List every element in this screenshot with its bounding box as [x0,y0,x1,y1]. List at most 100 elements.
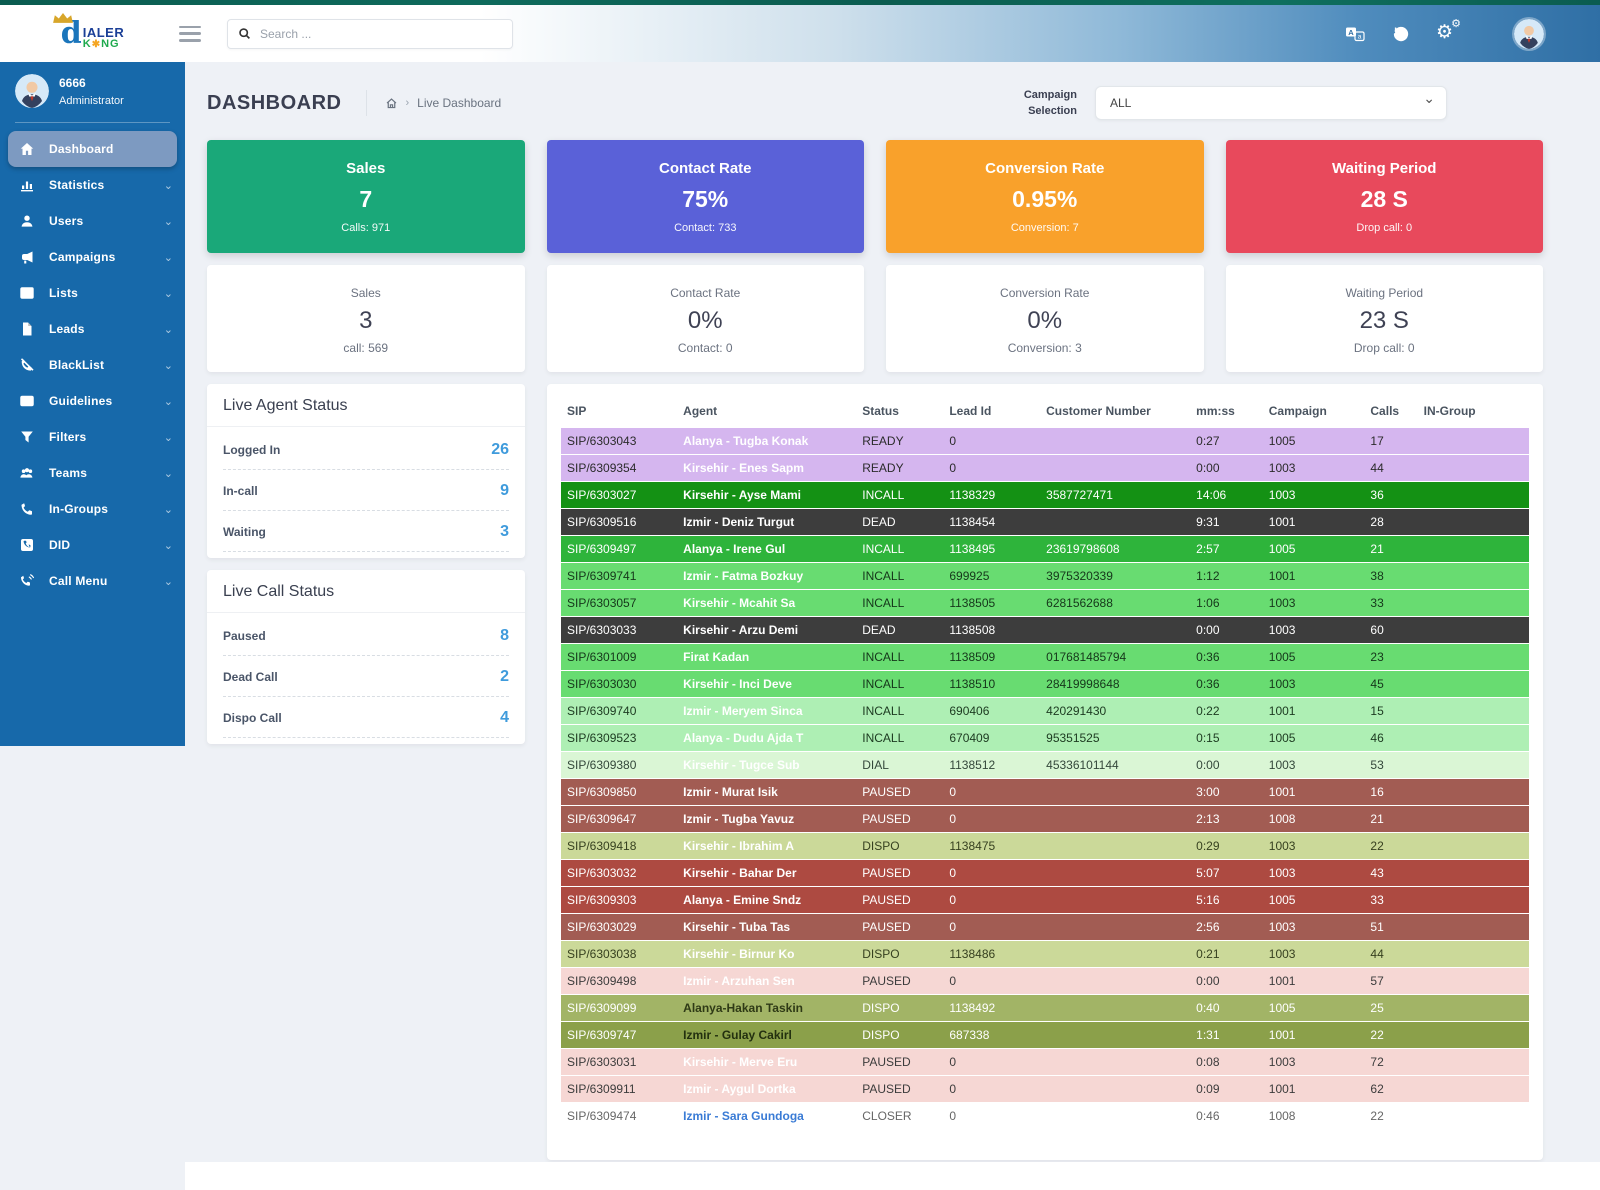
calls-cell: 33 [1364,887,1417,914]
sip-cell: SIP/6303057 [561,590,677,617]
agent-link[interactable]: Firat Kadan [677,644,856,671]
sidebar-item-teams[interactable]: Teams ⌄ [0,455,185,491]
agent-link[interactable]: Kirsehir - Tugce Sub [677,752,856,779]
sip-cell: SIP/6309911 [561,1076,677,1103]
customer-number-cell [1040,1076,1190,1103]
summary-card: Sales 3 call: 569 [207,265,525,372]
agent-link[interactable]: Izmir - Meryem Sinca [677,698,856,725]
agent-link[interactable]: Kirsehir - Ibrahim A [677,833,856,860]
agent-link[interactable]: Alanya - Emine Sndz [677,887,856,914]
agent-link[interactable]: Alanya - Irene Gul [677,536,856,563]
status-cell: READY [856,455,943,482]
sidebar-item-in-groups[interactable]: In-Groups ⌄ [0,491,185,527]
table-row: SIP/6309099 Alanya-Hakan Taskin DISPO 11… [561,995,1529,1022]
agent-link[interactable]: Kirsehir - Enes Sapm [677,455,856,482]
stat-card-value: 0.95% [886,186,1204,213]
status-row: Dead Call 2 [223,656,509,697]
time-cell: 0:46 [1190,1103,1263,1130]
translate-icon[interactable]: Aa [1344,24,1366,44]
sip-cell: SIP/6303043 [561,428,677,455]
sip-cell: SIP/6303033 [561,617,677,644]
sidebar-item-guidelines[interactable]: Guidelines ⌄ [0,383,185,419]
user-id: 6666 [59,76,124,90]
status-row: Paused 8 [223,615,509,656]
status-label: Logged In [223,443,280,457]
status-cell: PAUSED [856,914,943,941]
agent-link[interactable]: Izmir - Deniz Turgut [677,509,856,536]
footer [185,1162,1600,1190]
lead-id-cell: 1138329 [943,482,1040,509]
column-header: Customer Number [1040,394,1190,428]
status-cell: PAUSED [856,806,943,833]
gears-icon[interactable]: ⚙⚙ [1436,24,1458,44]
agent-link[interactable]: Izmir - Fatma Bozkuy [677,563,856,590]
agent-link[interactable]: Alanya - Tugba Konak [677,428,856,455]
time-cell: 2:57 [1190,536,1263,563]
sidebar-item-blacklist[interactable]: BlackList ⌄ [0,347,185,383]
customer-number-cell [1040,1103,1190,1130]
agent-link[interactable]: Izmir - Sara Gundoga [677,1103,856,1130]
stat-card-value: 28 S [1226,186,1544,213]
agent-link[interactable]: Kirsehir - Inci Deve [677,671,856,698]
sidebar-item-lists[interactable]: Lists ⌄ [0,275,185,311]
campaign-cell: 1003 [1263,833,1365,860]
agent-link[interactable]: Alanya-Hakan Taskin [677,995,856,1022]
agent-link[interactable]: Izmir - Arzuhan Sen [677,968,856,995]
user-avatar[interactable] [1514,19,1544,49]
history-icon[interactable] [1390,24,1412,44]
customer-number-cell: 3975320339 [1040,563,1190,590]
time-cell: 2:13 [1190,806,1263,833]
sip-cell: SIP/6309523 [561,725,677,752]
agent-link[interactable]: Kirsehir - Bahar Der [677,860,856,887]
chevron-down-icon: ⌄ [164,431,173,444]
calls-cell: 15 [1364,698,1417,725]
column-header: Calls [1364,394,1417,428]
agent-link[interactable]: Kirsehir - Tuba Tas [677,914,856,941]
agent-link[interactable]: Kirsehir - Merve Eru [677,1049,856,1076]
agent-link[interactable]: Kirsehir - Mcahit Sa [677,590,856,617]
agent-link[interactable]: Kirsehir - Arzu Demi [677,617,856,644]
lead-id-cell: 1138495 [943,536,1040,563]
stats-icon [18,177,35,194]
live-agent-status-panel: Live Agent Status Logged In 26 In-call 9 [207,384,525,558]
agent-link[interactable]: Izmir - Gulay Cakirl [677,1022,856,1049]
sip-cell: SIP/6309498 [561,968,677,995]
sidebar-item-filters[interactable]: Filters ⌄ [0,419,185,455]
agent-link[interactable]: Izmir - Aygul Dortka [677,1076,856,1103]
status-row: Dispo Call 4 [223,697,509,738]
time-cell: 14:06 [1190,482,1263,509]
column-header: SIP [561,394,677,428]
calls-cell: 25 [1364,995,1417,1022]
sidebar-item-dashboard[interactable]: Dashboard [8,131,177,167]
table-row: SIP/6309474 Izmir - Sara Gundoga CLOSER … [561,1103,1529,1130]
summary-card: Conversion Rate 0% Conversion: 3 [886,265,1204,372]
sidebar-item-did[interactable]: DID ⌄ [0,527,185,563]
topbar: d IALER K✱NG Aa ⚙⚙ [0,5,1600,62]
status-cell: DISPO [856,941,943,968]
sidebar-item-leads[interactable]: Leads ⌄ [0,311,185,347]
status-cell: INCALL [856,536,943,563]
summary-card-value: 3 [207,307,525,335]
sidebar-item-campaigns[interactable]: Campaigns ⌄ [0,239,185,275]
breadcrumb-separator: › [406,97,410,109]
agent-link[interactable]: Izmir - Murat Isik [677,779,856,806]
agent-link[interactable]: Kirsehir - Ayse Mami [677,482,856,509]
search-input[interactable] [260,27,502,41]
time-cell: 5:16 [1190,887,1263,914]
sip-cell: SIP/6301009 [561,644,677,671]
agent-link[interactable]: Kirsehir - Birnur Ko [677,941,856,968]
agent-link[interactable]: Alanya - Dudu Ajda T [677,725,856,752]
status-row: Logged In 26 [223,429,509,470]
time-cell: 0:00 [1190,752,1263,779]
home-icon[interactable] [385,97,398,110]
sip-cell: SIP/6309740 [561,698,677,725]
calls-cell: 44 [1364,941,1417,968]
sidebar-user-avatar [15,74,49,108]
campaign-select[interactable]: ALL [1095,86,1447,120]
in-group-cell [1418,509,1529,536]
status-label: Dispo Call [223,711,282,725]
sidebar-item-statistics[interactable]: Statistics ⌄ [0,167,185,203]
sidebar-item-users[interactable]: Users ⌄ [0,203,185,239]
agent-link[interactable]: Izmir - Tugba Yavuz [677,806,856,833]
sidebar-item-call-menu[interactable]: Call Menu ⌄ [0,563,185,599]
